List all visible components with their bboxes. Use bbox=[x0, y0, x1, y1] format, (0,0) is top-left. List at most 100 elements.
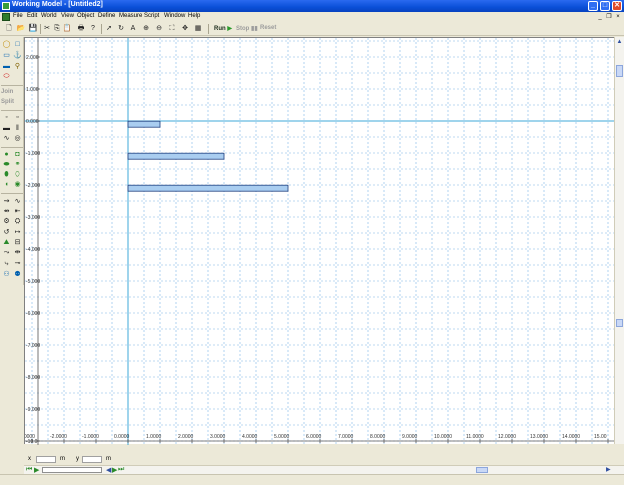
document-icon[interactable] bbox=[2, 13, 10, 21]
arrow-pointer-icon[interactable]: ➚ bbox=[104, 24, 114, 34]
x-tick-label: 7.0000 bbox=[338, 434, 354, 440]
anchor-tool-icon[interactable]: ⚓ bbox=[13, 52, 22, 60]
green-square-tool-icon[interactable]: ◘ bbox=[13, 151, 22, 159]
spring-coil-tool-icon[interactable]: ∿ bbox=[13, 198, 22, 206]
spring-tool-icon[interactable]: ⇝ bbox=[2, 198, 11, 206]
mdi-close-button[interactable]: × bbox=[614, 13, 622, 21]
save-icon[interactable]: 💾 bbox=[28, 24, 38, 34]
menu-script[interactable]: Script bbox=[144, 13, 159, 19]
new-file-icon[interactable]: 🗋 bbox=[4, 24, 14, 34]
y-tick-label: -7.000 bbox=[26, 343, 40, 349]
gear-tool-icon[interactable]: ⚙ bbox=[2, 218, 11, 226]
torque-tool-icon[interactable]: ⤷ bbox=[2, 260, 11, 268]
menu-file[interactable]: File bbox=[13, 13, 23, 19]
tape-forward-icon[interactable]: ▶ bbox=[112, 466, 117, 474]
open-folder-icon[interactable]: 📂 bbox=[16, 24, 26, 34]
mdi-restore-button[interactable]: ❐ bbox=[605, 13, 613, 21]
pin-joint-tool-icon[interactable]: ◎ bbox=[13, 135, 22, 143]
separator-tool-icon[interactable]: ⇹ bbox=[13, 249, 22, 257]
damper-linear-tool-icon[interactable]: ⇤ bbox=[13, 208, 22, 216]
close-button[interactable]: ✕ bbox=[612, 1, 622, 11]
motor-tool-icon[interactable]: ⛰ bbox=[2, 239, 11, 247]
body-rect-1[interactable] bbox=[127, 120, 161, 128]
square-tool-icon[interactable]: ▬ bbox=[2, 63, 11, 71]
vertical-scrollbar[interactable]: ▲ bbox=[614, 37, 624, 444]
move-icon[interactable]: ✥ bbox=[180, 24, 190, 34]
body-rect-2[interactable] bbox=[127, 152, 225, 160]
polygon-tool-icon[interactable]: ▭ bbox=[2, 52, 11, 60]
menu-view[interactable]: View bbox=[61, 13, 74, 19]
torque-spring-tool-icon[interactable]: ↺ bbox=[2, 229, 11, 237]
point-tool-icon[interactable]: ◦ bbox=[2, 114, 11, 122]
square-point-tool-icon[interactable]: ▫ bbox=[13, 114, 22, 122]
reset-button[interactable]: Reset bbox=[260, 25, 276, 31]
copy-icon[interactable]: ⎘ bbox=[52, 24, 62, 34]
text-tool-icon[interactable]: A bbox=[128, 24, 138, 34]
x-tick-label: 3.0000 bbox=[210, 434, 226, 440]
maximize-button[interactable]: □ bbox=[600, 1, 610, 11]
green-curved-slot-icon[interactable]: ◖ bbox=[2, 181, 11, 189]
person-tool-icon[interactable]: ⚇ bbox=[2, 271, 11, 279]
workspace-canvas[interactable]: 2.000 1.000 0.000 -1.000 -2.000 -3.000 -4.000 -… bbox=[18, 37, 615, 445]
tape-play-icon[interactable]: ▶ bbox=[34, 466, 39, 474]
app-icon[interactable] bbox=[2, 2, 10, 10]
menu-edit[interactable]: Edit bbox=[27, 13, 37, 19]
run-button[interactable]: Run ▶ bbox=[214, 25, 232, 32]
tape-end-icon[interactable]: ⏭ bbox=[118, 466, 124, 474]
rectangle-tool-icon[interactable]: □ bbox=[13, 41, 22, 49]
cut-icon[interactable]: ✂ bbox=[42, 24, 52, 34]
stop-button[interactable]: Stop ▮▮ bbox=[236, 25, 258, 32]
minimize-button[interactable]: _ bbox=[588, 1, 598, 11]
green-horizontal-slot-icon[interactable]: ⬬ bbox=[2, 161, 11, 169]
menu-define[interactable]: Define bbox=[98, 13, 115, 19]
scroll-up-icon[interactable]: ▲ bbox=[616, 38, 623, 46]
x-coordinate-field[interactable] bbox=[36, 456, 56, 463]
menu-object[interactable]: Object bbox=[77, 13, 94, 19]
rod-tool-icon[interactable]: ▬ bbox=[2, 125, 11, 133]
curved-tool-icon[interactable]: ⚲ bbox=[13, 63, 22, 71]
split-button[interactable]: Split bbox=[1, 99, 23, 105]
print-icon[interactable]: 🖶 bbox=[76, 24, 86, 34]
green-vertical-slot-icon[interactable]: ⬮ bbox=[2, 171, 11, 179]
gear-pair-tool-icon[interactable]: ⛭ bbox=[13, 218, 22, 226]
workspace-grid[interactable]: 2.000 1.000 0.000 -1.000 -2.000 -3.000 -4.000 -… bbox=[18, 38, 615, 445]
y-coordinate-field[interactable] bbox=[82, 456, 102, 463]
rope-tool-icon[interactable]: ∿ bbox=[2, 135, 11, 143]
menu-window[interactable]: Window bbox=[164, 13, 185, 19]
body-rect-3[interactable] bbox=[127, 184, 289, 192]
rotate-icon[interactable]: ↻ bbox=[116, 24, 126, 34]
y-tick-label: -3.000 bbox=[26, 215, 40, 221]
green-point-tool-icon[interactable]: ● bbox=[2, 151, 11, 159]
people-tool-icon[interactable]: ⚉ bbox=[13, 271, 22, 279]
menu-help[interactable]: Help bbox=[188, 13, 200, 19]
menu-measure[interactable]: Measure bbox=[119, 13, 142, 19]
green-keyed-slot-icon[interactable]: ⬯ bbox=[13, 171, 22, 179]
zoom-in-icon[interactable]: ⊕ bbox=[141, 24, 151, 34]
damper-tool-icon[interactable]: ⇴ bbox=[2, 208, 11, 216]
linear-motor-tool-icon[interactable]: ⊟ bbox=[13, 239, 22, 247]
zoom-fit-icon[interactable]: ⛶ bbox=[167, 24, 177, 34]
paste-icon[interactable]: 📋 bbox=[62, 24, 72, 34]
tool-palette: ◯ □ ▭ ⚓ ▬ ⚲ ⬭ Join Split ◦ ▫ ▬ ‖ ∿ ◎ ● ◘… bbox=[0, 37, 24, 285]
slot-tool-icon[interactable]: ‖ bbox=[13, 125, 22, 133]
snap-grid-icon[interactable]: ▦ bbox=[193, 24, 203, 34]
horizontal-scroll-thumb[interactable] bbox=[476, 467, 488, 473]
help-pointer-icon[interactable]: ? bbox=[88, 24, 98, 34]
actuator-tool-icon[interactable]: ↦ bbox=[13, 229, 22, 237]
menu-world[interactable]: World bbox=[41, 13, 57, 19]
vertical-scroll-marker[interactable] bbox=[616, 319, 623, 327]
mdi-minimize-button[interactable]: _ bbox=[596, 13, 604, 21]
tape-start-icon[interactable]: ⏮ bbox=[26, 466, 32, 474]
join-button[interactable]: Join bbox=[1, 89, 23, 95]
zoom-out-icon[interactable]: ⊖ bbox=[154, 24, 164, 34]
ellipse-tool-icon[interactable]: ⬭ bbox=[2, 73, 11, 81]
vertical-scroll-thumb[interactable] bbox=[616, 65, 623, 77]
scroll-right-icon[interactable]: ▶ bbox=[606, 466, 611, 473]
tape-scroll-left-icon[interactable]: ◀ bbox=[106, 466, 111, 474]
tape-slider[interactable] bbox=[42, 467, 102, 473]
constraint-tool-icon[interactable]: ⊸ bbox=[13, 260, 22, 268]
green-double-joint-icon[interactable]: ⚭ bbox=[13, 161, 22, 169]
force-tool-icon[interactable]: ⤳ bbox=[2, 249, 11, 257]
circle-tool-icon[interactable]: ◯ bbox=[2, 41, 11, 49]
green-circle-slot-icon[interactable]: ◉ bbox=[13, 181, 22, 189]
